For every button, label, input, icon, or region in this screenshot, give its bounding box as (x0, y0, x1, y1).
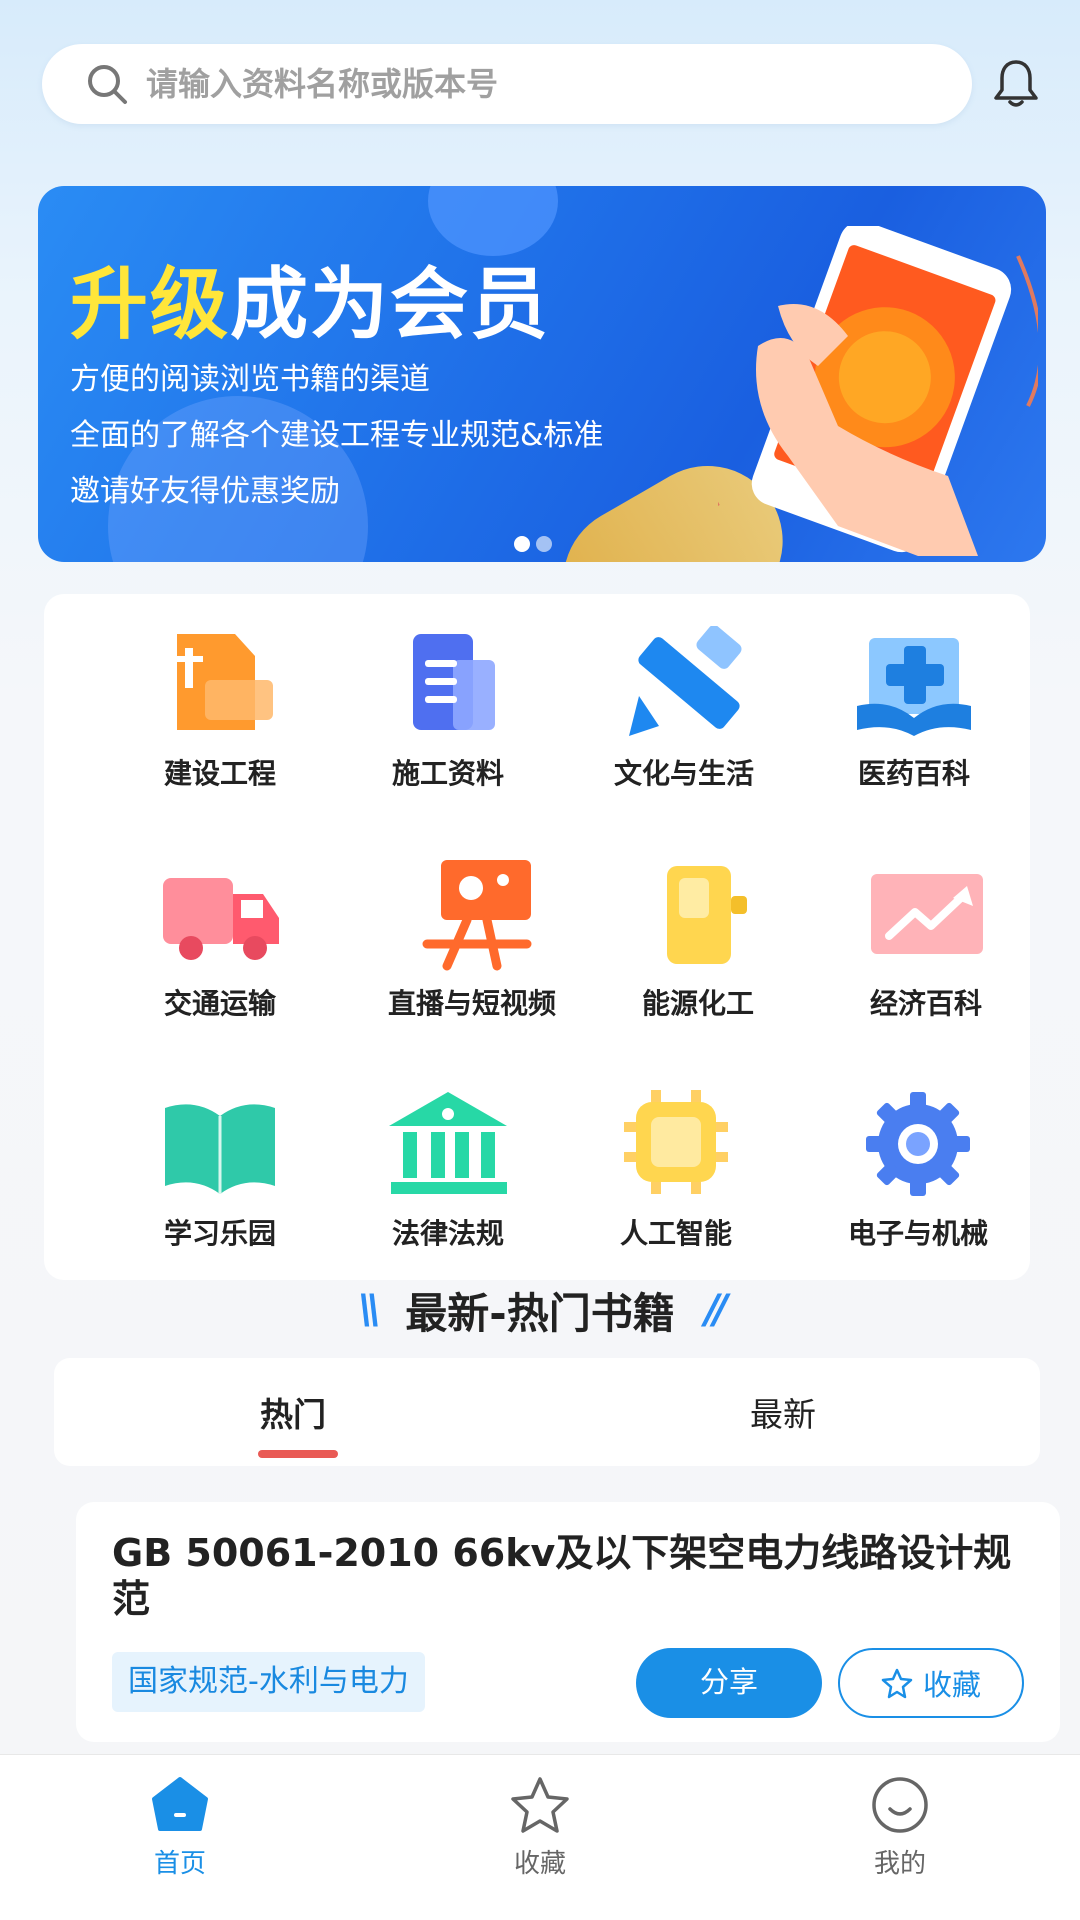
category-label: 学习乐园 (163, 1217, 276, 1250)
banner-line: 全面的了解各个建设工程专业规范&标准 (70, 418, 604, 453)
tab-indicator (258, 1450, 338, 1458)
category-label: 经济百科 (869, 987, 982, 1020)
star-icon (511, 1777, 569, 1833)
search-input[interactable] (146, 65, 906, 103)
smiley-icon (872, 1777, 928, 1833)
category-label: 法律法规 (391, 1217, 504, 1250)
banner-line: 邀请好友得优惠奖励 (70, 474, 340, 509)
tab-hot[interactable]: 热门 (260, 1388, 326, 1436)
book-card[interactable]: GB 50061-2010 66kv及以下架空电力线路设计规范 国家规范-水利与… (76, 1502, 1060, 1742)
carousel-dot[interactable] (536, 536, 552, 552)
banner-line: 方便的阅读浏览书籍的渠道 (70, 362, 430, 397)
category-study[interactable]: 学习乐园 (100, 1086, 340, 1252)
category-label: 能源化工 (641, 987, 754, 1020)
chip-icon (624, 1090, 728, 1194)
category-label: 电子与机械 (847, 1217, 988, 1250)
section-title: 最新-热门书籍 (405, 1288, 675, 1338)
carousel-dot[interactable] (514, 536, 530, 552)
home-icon (152, 1777, 208, 1831)
nav-label: 首页 (153, 1849, 206, 1879)
camera-tripod-icon (422, 860, 532, 971)
open-book-icon (165, 1104, 275, 1194)
category-ai[interactable]: 人工智能 (556, 1086, 796, 1252)
category-live-video[interactable]: 直播与短视频 (352, 856, 592, 1022)
book-category-tag: 国家规范-水利与电力 (112, 1652, 425, 1712)
nav-favorites[interactable]: 收藏 (460, 1773, 620, 1880)
nav-home[interactable]: 首页 (100, 1773, 260, 1880)
courthouse-icon (389, 1092, 507, 1194)
medical-book-icon (857, 638, 971, 736)
category-energy-chemical[interactable]: 能源化工 (578, 856, 818, 1022)
category-law[interactable]: 法律法规 (328, 1086, 568, 1252)
phone-in-hand-icon (718, 226, 1038, 556)
category-electronics-machinery[interactable]: 电子与机械 (798, 1086, 1038, 1252)
search-bar[interactable] (42, 44, 972, 124)
category-construction[interactable]: 建设工程 (100, 626, 340, 792)
ruler-pencil-icon (629, 626, 742, 736)
nav-profile[interactable]: 我的 (820, 1773, 980, 1880)
heading-decoration: \\ (358, 1287, 381, 1333)
category-label: 交通运输 (163, 987, 276, 1020)
nav-label: 我的 (873, 1849, 926, 1879)
category-label: 人工智能 (619, 1217, 732, 1250)
favorite-label: 收藏 (922, 1668, 981, 1702)
truck-icon (163, 878, 279, 960)
category-construction-docs[interactable]: 施工资料 (328, 626, 568, 792)
category-panel: 建设工程 施工资料 文化与生活 医药百科 交通运输 直播与短视频 能源化工 经济… (44, 594, 1030, 1280)
tab-latest[interactable]: 最新 (750, 1388, 816, 1436)
book-title[interactable]: GB 50061-2010 66kv及以下架空电力线路设计规范 (112, 1530, 1032, 1622)
heading-decoration: // (704, 1287, 728, 1333)
category-label: 直播与短视频 (387, 987, 556, 1020)
promo-banner[interactable]: 升级成为会员 方便的阅读浏览书籍的渠道 全面的了解各个建设工程专业规范&标准 邀… (38, 186, 1046, 562)
category-label: 医药百科 (857, 757, 970, 790)
share-button[interactable]: 分享 (636, 1648, 822, 1718)
category-label: 文化与生活 (613, 757, 754, 790)
favorite-button[interactable]: 收藏 (838, 1648, 1024, 1718)
book-tabs: 热门 最新 (54, 1358, 1040, 1466)
trend-chart-icon (871, 874, 983, 954)
category-label: 施工资料 (391, 757, 504, 790)
construction-doc-icon (177, 634, 273, 730)
gear-icon (866, 1092, 970, 1196)
category-medicine[interactable]: 医药百科 (794, 626, 1034, 792)
nav-label: 收藏 (513, 1849, 566, 1879)
bell-icon[interactable] (988, 56, 1044, 112)
banner-title: 升级成为会员 (70, 260, 551, 350)
star-icon (881, 1668, 913, 1699)
category-transport[interactable]: 交通运输 (100, 856, 340, 1022)
search-icon (88, 65, 127, 104)
category-culture-life[interactable]: 文化与生活 (564, 626, 804, 792)
bottom-nav: 首页 收藏 我的 (0, 1754, 1080, 1920)
category-label: 建设工程 (163, 757, 276, 790)
carousel-dots[interactable] (514, 536, 552, 552)
fuel-tank-icon (667, 866, 747, 964)
building-docs-icon (413, 634, 495, 730)
category-economy[interactable]: 经济百科 (806, 856, 1046, 1022)
section-heading: \\ 最新-热门书籍 // (0, 1280, 1080, 1340)
